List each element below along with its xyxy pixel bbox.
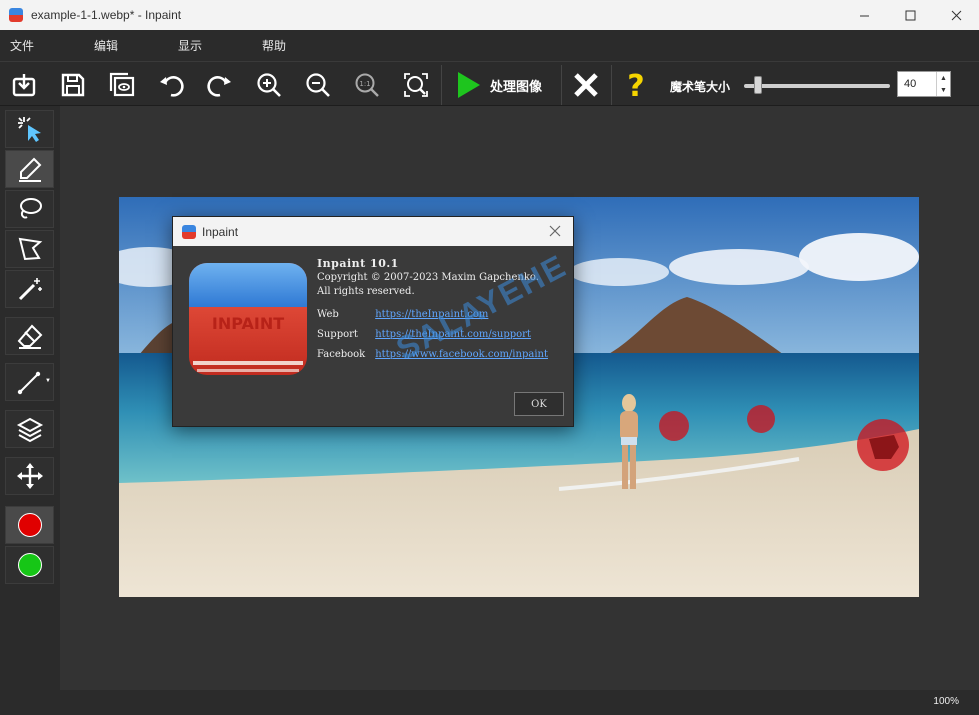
eraser-icon: [17, 324, 42, 349]
tool-panel: ▼: [0, 106, 60, 696]
polygon-lasso-tool[interactable]: [5, 230, 54, 268]
menu-help[interactable]: 帮助: [252, 37, 336, 54]
dropdown-arrow-icon[interactable]: ▼: [45, 378, 51, 384]
help-button[interactable]: ?: [618, 67, 654, 103]
menu-bar: 文件 编辑 显示 帮助: [0, 30, 979, 61]
zoom-level: 100%: [933, 696, 959, 707]
title-bar: example-1-1.webp* - Inpaint: [0, 0, 979, 30]
undo-button[interactable]: [153, 67, 189, 103]
close-icon: [951, 10, 961, 20]
support-label: Support: [317, 329, 358, 340]
minimize-icon: [859, 15, 869, 16]
app-window: example-1-1.webp* - Inpaint 文件 编辑 显示 帮助: [0, 0, 979, 715]
cancel-x-icon: [574, 73, 598, 97]
play-icon: [458, 72, 480, 98]
ok-button[interactable]: OK: [514, 392, 564, 416]
window-title: example-1-1.webp* - Inpaint: [31, 8, 182, 22]
brush-size-slider-handle[interactable]: [753, 76, 762, 94]
redo-button[interactable]: [202, 67, 238, 103]
redo-icon: [207, 76, 231, 97]
green-color-swatch[interactable]: [5, 546, 54, 584]
inpaint-app-icon: [182, 224, 196, 239]
red-marker-1: [659, 411, 689, 441]
open-icon: [12, 74, 36, 97]
lasso-icon: [19, 198, 42, 219]
spin-down-icon[interactable]: ▼: [940, 87, 947, 94]
cancel-button[interactable]: [568, 67, 604, 103]
help-question-icon: ?: [627, 69, 644, 101]
menu-edit[interactable]: 编辑: [84, 37, 168, 54]
red-marker-2: [747, 405, 775, 433]
dialog-title: Inpaint: [202, 224, 239, 239]
save-icon: [61, 73, 85, 97]
inpaint-app-icon: [9, 8, 23, 22]
move-tool[interactable]: [5, 457, 54, 495]
eraser-tool[interactable]: [5, 317, 54, 355]
close-button[interactable]: [933, 0, 979, 30]
svg-text:1:1: 1:1: [359, 80, 370, 88]
zoom-in-button[interactable]: [251, 67, 287, 103]
magic-wand-icon: [18, 278, 42, 301]
fit-icon: [404, 73, 428, 97]
move-icon: [16, 463, 43, 489]
green-marker-color: [17, 553, 42, 577]
line-icon: [17, 371, 40, 395]
close-icon: [549, 225, 561, 237]
facebook-label: Facebook: [317, 349, 366, 360]
spin-up-icon[interactable]: ▲: [940, 75, 947, 82]
svg-text:?: ?: [627, 69, 644, 101]
dialog-close-button[interactable]: [546, 222, 564, 240]
zoom-in-icon: [257, 73, 281, 97]
red-marker-color: [17, 513, 42, 537]
polygon-lasso-icon: [18, 237, 42, 261]
toolbar-separator: [611, 65, 612, 105]
inpaint-logo: INPAINT: [189, 263, 307, 381]
save-as-button[interactable]: [104, 67, 140, 103]
red-color-swatch[interactable]: [5, 506, 54, 544]
marker-tool[interactable]: [5, 150, 54, 188]
marker-icon: [18, 157, 41, 182]
lasso-tool[interactable]: [5, 190, 54, 228]
product-name: Inpaint 10.1: [317, 257, 399, 270]
brush-size-label: 魔术笔大小: [670, 80, 731, 94]
web-label: Web: [317, 309, 339, 320]
menu-file[interactable]: 文件: [0, 37, 84, 54]
actual-size-button[interactable]: 1:1: [349, 67, 385, 103]
layers-icon: [16, 417, 43, 443]
magic-select-tool[interactable]: [5, 110, 54, 148]
layers-tool[interactable]: [5, 410, 54, 448]
about-dialog: Inpaint INPAINT Inpaint 10.1 Copyright ©…: [172, 216, 574, 427]
line-tool[interactable]: ▼: [5, 363, 54, 401]
brush-size-spinbox[interactable]: 40 ▲ ▼: [897, 71, 951, 97]
maximize-icon: [905, 10, 915, 20]
brush-size-slider[interactable]: [744, 84, 890, 88]
save-button[interactable]: [55, 67, 91, 103]
magic-wand-select-icon: [17, 117, 41, 142]
save-as-icon: [109, 72, 135, 97]
actual-size-icon: 1:1: [355, 73, 379, 97]
svg-text:INPAINT: INPAINT: [212, 314, 284, 333]
undo-icon: [160, 76, 184, 97]
process-label: 处理图像: [490, 78, 543, 94]
brush-size-value[interactable]: 40: [898, 78, 936, 90]
process-image-button[interactable]: 处理图像: [444, 65, 560, 105]
zoom-out-icon: [306, 73, 330, 97]
toolbar: 1:1 处理图像 ? 魔术笔大小 40 ▲ ▼: [0, 61, 979, 106]
status-bar: 100%: [0, 690, 979, 715]
maximize-button[interactable]: [887, 0, 933, 30]
toolbar-separator: [441, 65, 442, 105]
minimize-button[interactable]: [841, 0, 887, 30]
dialog-title-bar: Inpaint: [173, 217, 573, 246]
zoom-out-button[interactable]: [300, 67, 336, 103]
toolbar-separator: [561, 65, 562, 105]
magic-wand-tool[interactable]: [5, 270, 54, 308]
open-button[interactable]: [6, 67, 42, 103]
menu-view[interactable]: 显示: [168, 37, 252, 54]
fit-button[interactable]: [398, 67, 434, 103]
